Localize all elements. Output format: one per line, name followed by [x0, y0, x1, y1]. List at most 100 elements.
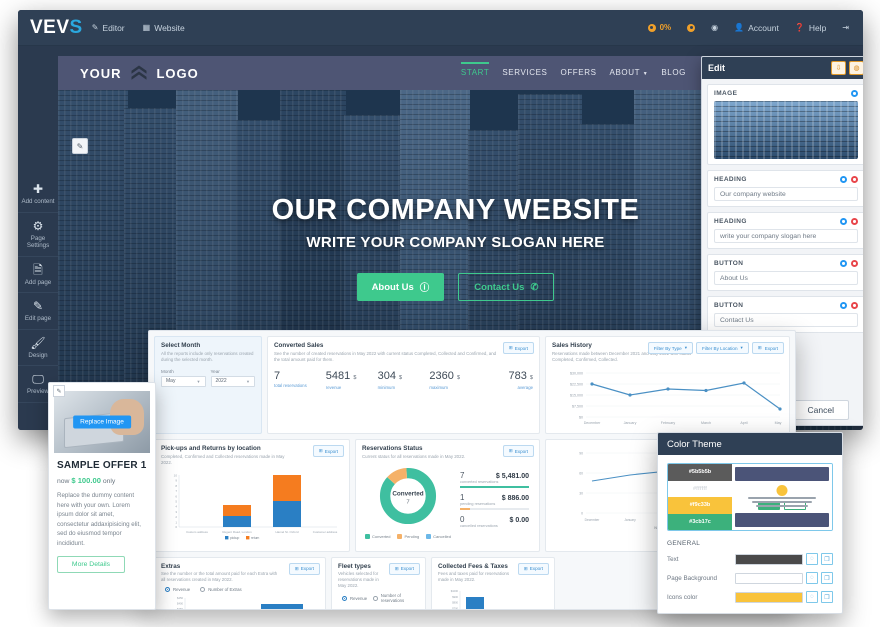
- download-icon[interactable]: ⇩: [831, 61, 846, 75]
- copy-icon[interactable]: ❐: [821, 553, 833, 565]
- stat-total-value: 7: [274, 369, 281, 382]
- button-2-input[interactable]: Contact Us: [714, 313, 858, 327]
- edit-card-image-thumbnail[interactable]: [714, 101, 858, 159]
- help-button[interactable]: ❓ Help: [787, 10, 834, 46]
- settings-dot-icon[interactable]: [840, 302, 847, 309]
- swatch-button-color[interactable]: #3cb17c: [668, 513, 732, 530]
- nav-item-start[interactable]: START: [460, 61, 490, 79]
- site-logo[interactable]: YOUR LOGO: [80, 64, 199, 83]
- collected-fees-card: ⊞ Export Collected Fees & Taxes Fees and…: [431, 556, 555, 609]
- top-link-editor[interactable]: ✎ Editor: [83, 10, 134, 46]
- export-button[interactable]: ⊞ Export: [502, 445, 534, 457]
- extras-radio-number-label: Number of Extras: [208, 587, 242, 592]
- replace-image-button[interactable]: Replace Image: [73, 415, 131, 429]
- filter-by-location-button[interactable]: Filter By Location ▾: [696, 342, 749, 354]
- eyedropper-icon[interactable]: ◌: [806, 553, 818, 565]
- swatch-accent-color[interactable]: #f9c33b: [668, 497, 732, 514]
- logout-button[interactable]: ⇥: [834, 10, 857, 46]
- left-tool-rail: ✚ Add content ⚙ Page Settings 🗎 Add page…: [18, 46, 58, 430]
- export-button[interactable]: ⊞ Export: [751, 342, 784, 354]
- svg-text:$800: $800: [452, 601, 458, 605]
- tool-page-settings-label: Page Settings: [26, 234, 50, 250]
- nav-item-offers[interactable]: OFFERS: [561, 68, 597, 79]
- export-button[interactable]: ⊞ Export: [388, 562, 420, 575]
- progress-label: 0%: [659, 23, 672, 32]
- color-theme-panel: Color Theme #5b5b5b #ffffff #f9c33b #3cb…: [657, 432, 843, 614]
- fleet-types-pie-chart: 43.1% 26.2% 12.2% 11.6% 7.1% Large Premi…: [379, 608, 381, 609]
- extras-radio-revenue[interactable]: Revenue: [165, 587, 190, 592]
- swatch-background-color[interactable]: #ffffff: [668, 480, 732, 497]
- progress-indicator[interactable]: 0%: [640, 10, 680, 46]
- settings-dot-icon[interactable]: [851, 90, 858, 97]
- svg-text:8: 8: [175, 483, 177, 487]
- tool-edit-page-label: Edit page: [24, 315, 52, 322]
- about-us-button[interactable]: About Us ⓘ: [356, 273, 445, 302]
- settings-button[interactable]: [679, 10, 703, 46]
- filter-by-type-button[interactable]: Filter By Type ▾: [647, 342, 694, 354]
- tool-edit-page[interactable]: ✎ Edit page: [18, 293, 58, 330]
- copy-icon[interactable]: ❐: [821, 572, 833, 584]
- settings-dot-icon[interactable]: [840, 218, 847, 225]
- tool-add-content-label: Add content: [21, 198, 55, 205]
- tool-add-content[interactable]: ✚ Add content: [18, 176, 58, 213]
- export-button[interactable]: ⊞ Export: [517, 562, 549, 575]
- svg-text:$400: $400: [177, 602, 183, 606]
- tool-add-page[interactable]: 🗎 Add page: [18, 257, 58, 293]
- fleet-radio-revenue[interactable]: Revenue: [342, 593, 367, 603]
- heading-2-input[interactable]: write your company slogan here: [714, 229, 858, 243]
- tool-page-settings[interactable]: ⚙ Page Settings: [18, 213, 58, 257]
- eyedropper-icon[interactable]: ◌: [806, 572, 818, 584]
- nav-item-services[interactable]: SERVICES: [502, 68, 547, 79]
- month-select[interactable]: May ▼: [161, 375, 206, 387]
- fleet-radio-number[interactable]: Number of reservations: [373, 593, 419, 603]
- nav-item-blog[interactable]: BLOG: [661, 68, 686, 79]
- color-theme-swatches: #5b5b5b #ffffff #f9c33b #3cb17c: [668, 464, 732, 530]
- delete-dot-icon[interactable]: [851, 176, 858, 183]
- contact-us-button[interactable]: Contact Us ✆: [458, 273, 555, 302]
- export-button[interactable]: ⊞ Export: [312, 445, 344, 457]
- edit-offer-pencil-icon[interactable]: ✎: [53, 385, 65, 397]
- color-theme-preview[interactable]: #5b5b5b #ffffff #f9c33b #3cb17c: [667, 463, 833, 531]
- svg-text:9: 9: [175, 478, 177, 482]
- vevs-logo: VEVS: [30, 17, 83, 38]
- icons-color-chip[interactable]: [735, 591, 803, 603]
- copy-icon[interactable]: ❐: [821, 591, 833, 603]
- filter-by-location-label: Filter By Location: [702, 345, 738, 351]
- year-select[interactable]: 2022 ▼: [210, 375, 255, 387]
- swatch-text-color[interactable]: #5b5b5b: [668, 464, 732, 481]
- reservations-legend: Converted Pending Cancelled: [362, 533, 454, 539]
- edit-block-pencil-icon[interactable]: ✎: [72, 138, 88, 154]
- stat-total-caption: total reservations: [274, 382, 307, 388]
- svg-text:$0: $0: [579, 415, 583, 419]
- svg-text:$1000: $1000: [451, 589, 459, 593]
- palette-icon[interactable]: ◍: [849, 61, 863, 75]
- button-1-input[interactable]: About Us: [714, 271, 858, 285]
- tool-design[interactable]: 🖌 Design: [18, 330, 58, 366]
- svg-text:3: 3: [175, 509, 177, 513]
- tool-add-page-label: Add page: [24, 278, 52, 286]
- more-details-button[interactable]: More Details: [57, 556, 125, 573]
- delete-dot-icon[interactable]: [851, 218, 858, 225]
- extras-radio-number[interactable]: Number of Extras: [200, 587, 242, 592]
- heading-1-input[interactable]: Our company website: [714, 187, 858, 201]
- preview-toggle-button[interactable]: ◉: [703, 10, 726, 46]
- offer-price-suffix: only: [102, 478, 116, 485]
- export-button[interactable]: ⊞ Export: [502, 342, 534, 354]
- settings-dot-icon[interactable]: [840, 176, 847, 183]
- sales-history-chart: $30,000 $22,500 $15,000 $7,500 $0 December J…: [570, 371, 782, 425]
- export-icon: ⊞: [394, 565, 399, 571]
- account-button[interactable]: 👤 Account: [726, 10, 787, 46]
- page-background-color-chip[interactable]: [735, 572, 803, 584]
- delete-dot-icon[interactable]: [851, 260, 858, 267]
- top-link-website[interactable]: ▦ Website: [134, 10, 194, 46]
- export-button[interactable]: ⊞ Export: [288, 562, 320, 575]
- delete-dot-icon[interactable]: [851, 302, 858, 309]
- settings-dot-icon[interactable]: [840, 260, 847, 267]
- eyedropper-icon[interactable]: ◌: [806, 591, 818, 603]
- export-icon: ⊞: [523, 565, 528, 571]
- cancel-button[interactable]: Cancel: [792, 400, 849, 420]
- stat-total-reservations: 7 total reservations: [274, 370, 326, 390]
- nav-item-about[interactable]: ABOUT ▼: [610, 68, 649, 79]
- text-color-chip[interactable]: [735, 553, 803, 565]
- logo-text-right: LOGO: [156, 65, 199, 81]
